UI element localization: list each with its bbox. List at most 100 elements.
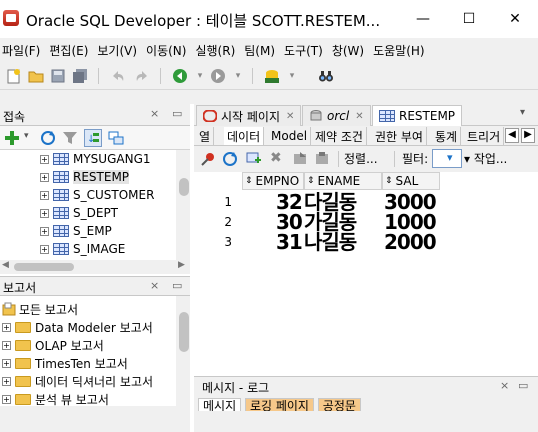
forward-dropdown-icon[interactable]: ▾ (230, 68, 246, 84)
report-data-dictionary[interactable]: + 데이터 딕셔너리 보고서 (2, 372, 153, 390)
close-tab-icon[interactable]: ✕ (355, 111, 363, 122)
minimize-panel-icon[interactable]: ▭ (172, 279, 182, 292)
cell-sal[interactable]: 2000 (384, 232, 437, 252)
tab-restemp[interactable]: RESTEMP (372, 105, 463, 126)
cell-ename[interactable]: 가길동 (304, 212, 357, 232)
scroll-thumb[interactable] (179, 178, 189, 196)
rollback-icon[interactable] (314, 151, 330, 167)
column-header-sal[interactable]: ⇕ SAL (382, 172, 440, 190)
filter-input[interactable]: ▾ (432, 149, 462, 168)
tab-list-icon[interactable]: ▾ (520, 107, 525, 118)
tab-statements[interactable]: 공정문 (317, 398, 361, 411)
maximize-button[interactable]: ☐ (446, 0, 492, 38)
tree-item-s-image[interactable]: + S_IMAGE (40, 240, 125, 258)
connections-hscroll[interactable]: ◀ ▶ (0, 260, 190, 274)
redo-icon[interactable] (134, 68, 150, 84)
commit-icon[interactable] (292, 151, 308, 167)
subtab-data[interactable]: 데이터 (224, 127, 265, 145)
row-number[interactable]: 2 (194, 212, 240, 232)
row-number[interactable]: 3 (194, 232, 240, 252)
close-panel-icon[interactable]: × (500, 379, 509, 392)
tab-orcl[interactable]: orcl ✕ (302, 105, 371, 126)
add-connection-icon[interactable] (4, 130, 20, 146)
cell-sal[interactable]: 3000 (384, 192, 437, 212)
close-panel-icon[interactable]: × (150, 279, 159, 292)
minimize-panel-icon[interactable]: ▭ (518, 379, 528, 392)
menu-edit[interactable]: 편집(E) (49, 42, 97, 59)
report-all[interactable]: 모든 보고서 (2, 300, 78, 318)
menu-window[interactable]: 창(W) (332, 42, 373, 59)
report-olap[interactable]: + OLAP 보고서 (2, 336, 104, 354)
close-tab-icon[interactable]: ✕ (286, 111, 294, 122)
close-panel-icon[interactable]: × (150, 107, 159, 120)
cell-ename[interactable]: 다길동 (304, 192, 357, 212)
close-button[interactable]: ✕ (492, 0, 538, 38)
menu-file[interactable]: 파일(F) (0, 42, 49, 59)
expand-icon[interactable]: + (40, 226, 49, 236)
subtab-grants[interactable]: 권한 부여 (372, 127, 427, 145)
actions-button[interactable]: ▾ 작업... (464, 150, 507, 167)
expand-icon[interactable]: + (40, 244, 49, 254)
cell-sal[interactable]: 1000 (384, 212, 437, 232)
cell-ename[interactable]: 나길동 (304, 232, 357, 252)
menu-team[interactable]: 팀(M) (244, 42, 284, 59)
refresh-icon[interactable] (222, 151, 238, 167)
save-icon[interactable] (50, 68, 66, 84)
tree-item-mysugang1[interactable]: + MYSUGANG1 (40, 150, 151, 168)
save-all-icon[interactable] (72, 68, 88, 84)
add-dropdown-icon[interactable]: ▾ (24, 131, 29, 141)
menu-tools[interactable]: 도구(T) (284, 42, 332, 59)
back-icon[interactable] (172, 68, 188, 84)
sql-worksheet-icon[interactable] (264, 68, 280, 84)
pin-icon[interactable] (200, 151, 216, 167)
tab-logging-page[interactable]: 로깅 페이지 (244, 398, 314, 411)
cell-empno[interactable]: 31 (276, 232, 303, 252)
sort-button[interactable]: 정렬... (344, 150, 378, 167)
expand-icon[interactable]: + (40, 172, 49, 182)
scroll-left-icon[interactable]: ◀ (2, 260, 9, 270)
delete-row-icon[interactable]: ✖ (270, 150, 282, 166)
sql-dropdown-icon[interactable]: ▾ (284, 68, 300, 84)
scroll-thumb[interactable] (179, 312, 189, 352)
report-analytic-view[interactable]: + 분석 뷰 보고서 (2, 390, 109, 406)
back-dropdown-icon[interactable]: ▾ (192, 68, 208, 84)
minimize-panel-icon[interactable]: ▭ (172, 107, 182, 120)
new-icon[interactable] (6, 68, 22, 84)
tab-messages[interactable]: 메시지 (198, 398, 242, 411)
schema-browser-icon[interactable]: ↓ (84, 129, 102, 147)
subtab-columns[interactable]: 열 (196, 127, 215, 145)
expand-icon[interactable]: + (2, 358, 11, 368)
tree-item-s-dept[interactable]: + S_DEPT (40, 204, 118, 222)
report-data-modeler[interactable]: + Data Modeler 보고서 (2, 318, 153, 336)
minimize-button[interactable]: — (400, 0, 446, 38)
expand-icon[interactable]: + (2, 322, 11, 332)
tree-item-restemp[interactable]: + RESTEMP (40, 168, 130, 186)
scroll-right-icon[interactable]: ▶ (521, 128, 535, 143)
menu-view[interactable]: 보기(V) (97, 42, 146, 59)
column-header-ename[interactable]: ⇕ ENAME (304, 172, 382, 190)
scroll-right-icon[interactable]: ▶ (178, 260, 185, 270)
filter-dropdown-icon[interactable]: ▾ (447, 151, 453, 164)
menu-navigate[interactable]: 이동(N) (146, 42, 195, 59)
menu-run[interactable]: 실행(R) (195, 42, 244, 59)
row-number[interactable]: 1 (194, 192, 240, 212)
column-header-empno[interactable]: ⇕ EMPNO (242, 172, 304, 190)
expand-icon[interactable]: + (2, 340, 11, 350)
undo-icon[interactable] (110, 68, 126, 84)
tree-item-s-customer[interactable]: + S_CUSTOMER (40, 186, 154, 204)
cell-empno[interactable]: 30 (276, 212, 303, 232)
expand-icon[interactable]: + (2, 376, 11, 386)
collapse-all-icon[interactable] (108, 130, 124, 146)
expand-icon[interactable]: + (40, 190, 49, 200)
scroll-left-icon[interactable]: ◀ (505, 128, 519, 143)
subtab-triggers[interactable]: 트리거 (464, 127, 504, 145)
open-icon[interactable] (28, 68, 44, 84)
forward-icon[interactable] (210, 68, 226, 84)
cell-empno[interactable]: 32 (276, 192, 303, 212)
reports-vscroll[interactable] (176, 296, 190, 406)
report-timesten[interactable]: + TimesTen 보고서 (2, 354, 128, 372)
menu-help[interactable]: 도움말(H) (373, 42, 434, 59)
filter-icon[interactable] (62, 130, 78, 146)
expand-icon[interactable]: + (2, 394, 11, 404)
subtab-model[interactable]: Model (268, 127, 312, 145)
